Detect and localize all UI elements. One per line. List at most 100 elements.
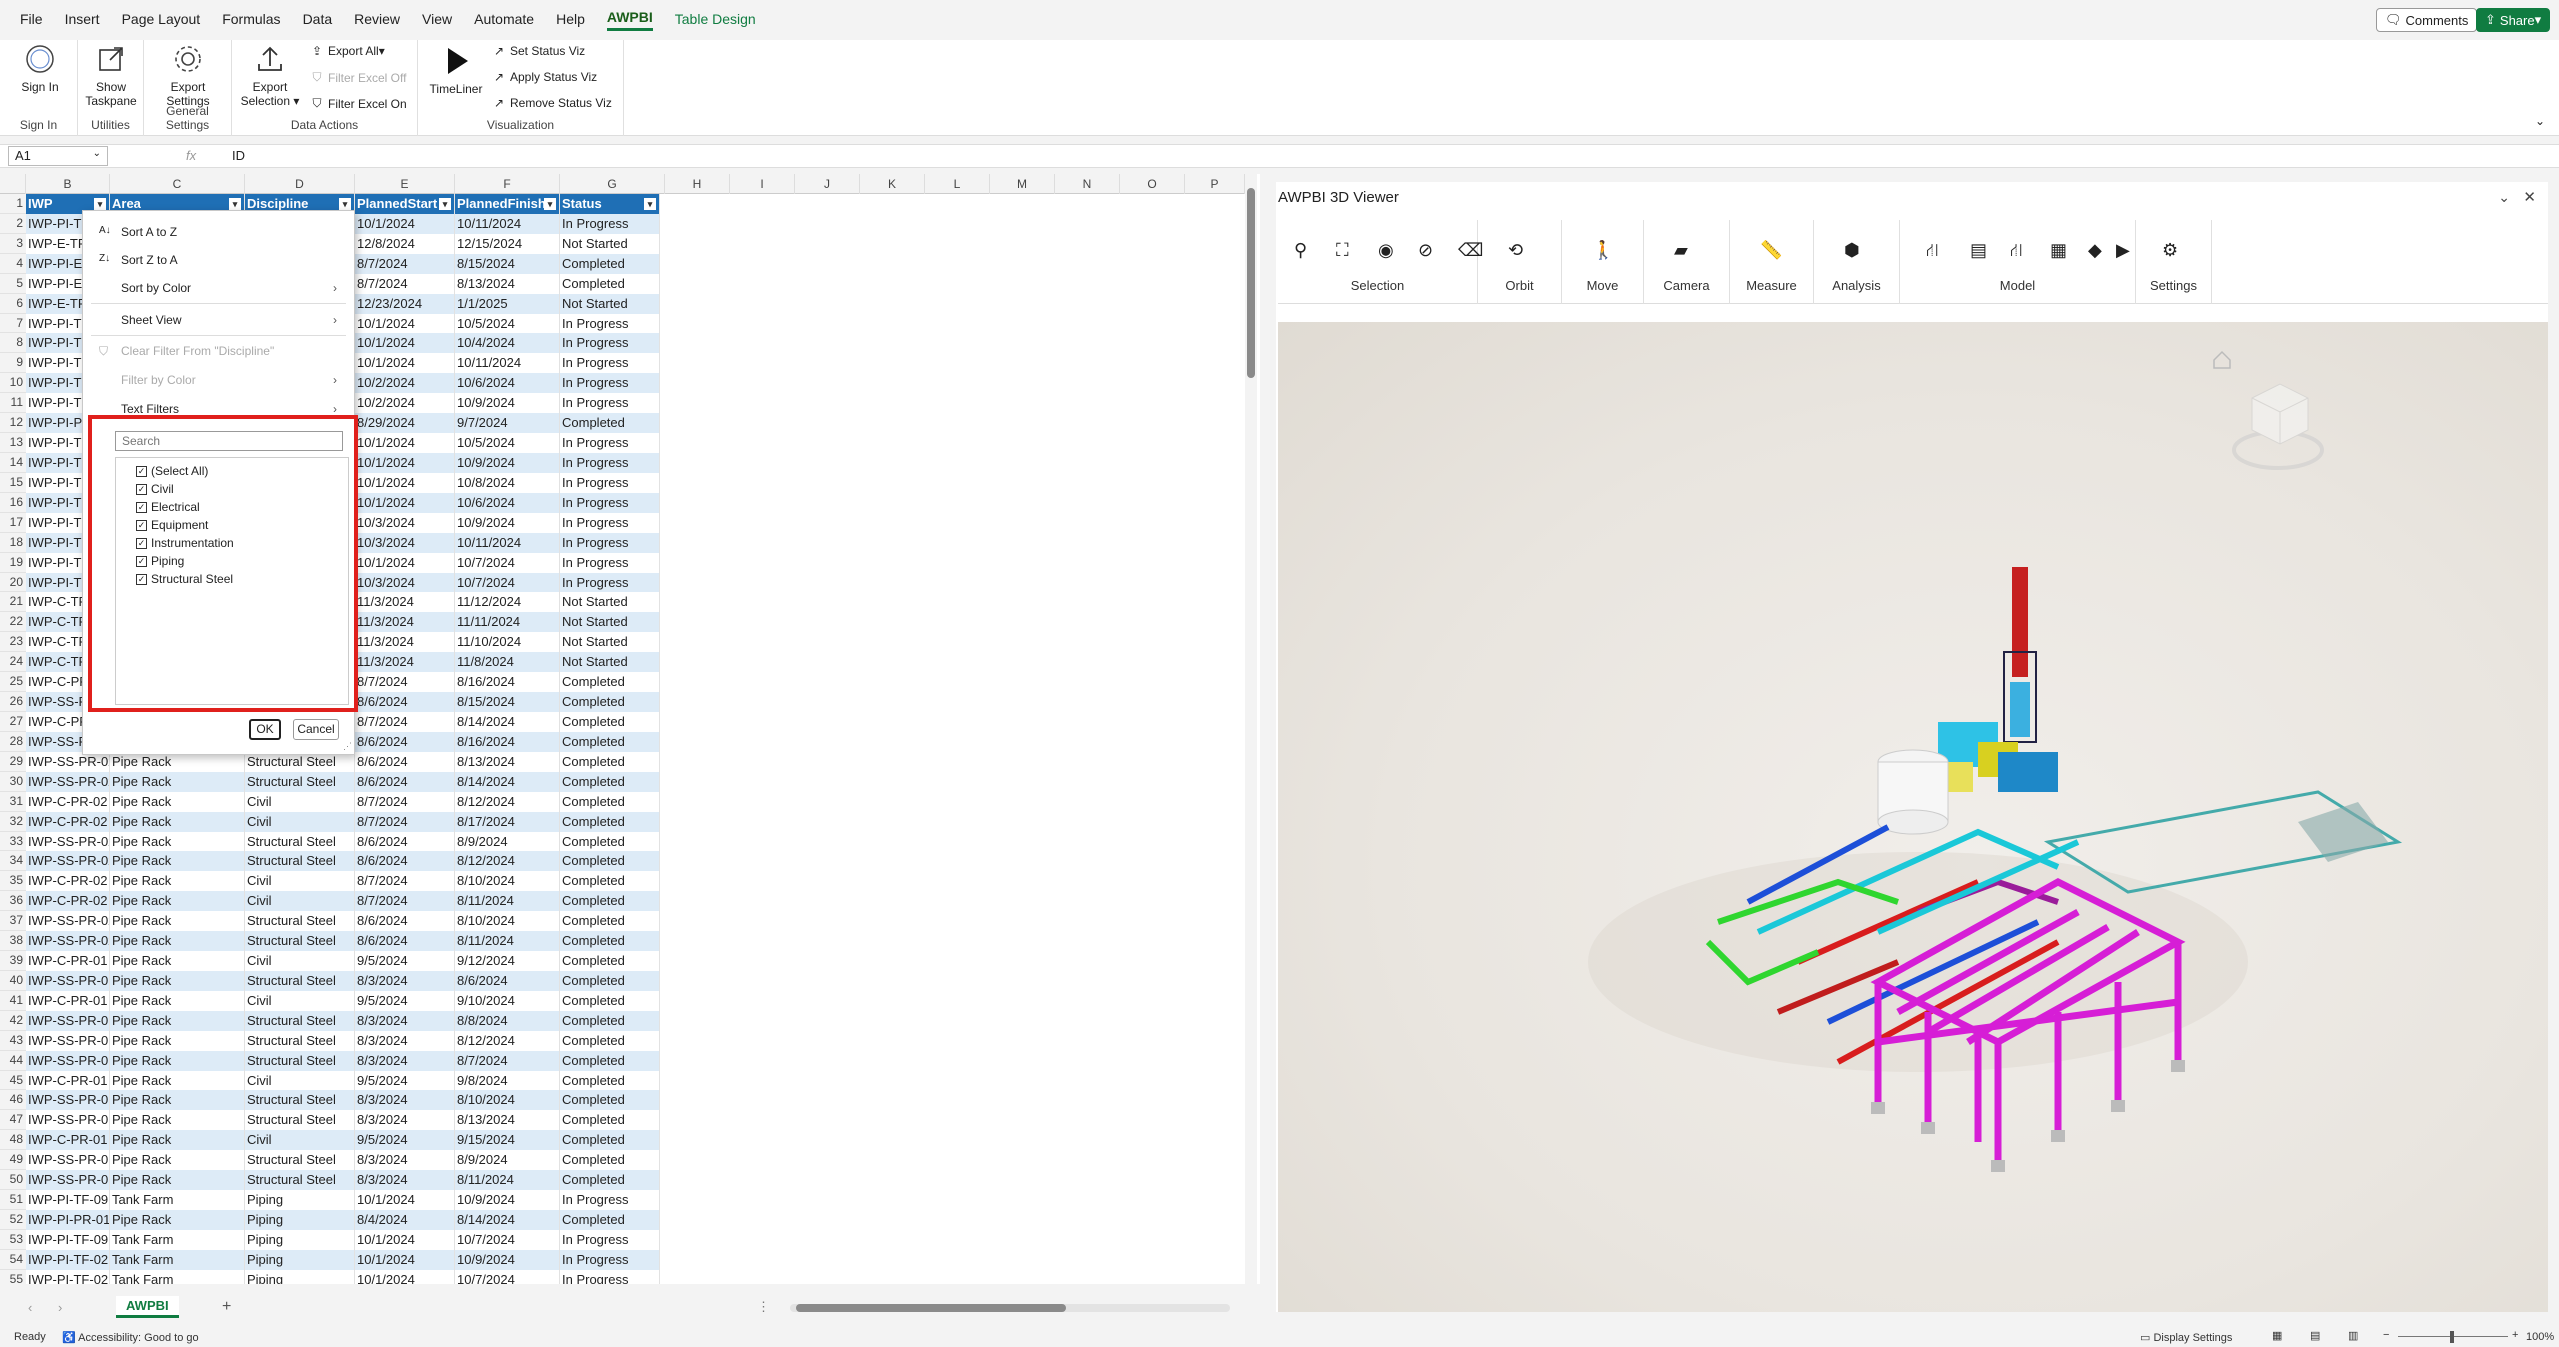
cancel-button[interactable]: Cancel <box>293 719 339 740</box>
row-header[interactable]: 25 <box>0 672 26 693</box>
column-header[interactable]: G <box>560 174 665 194</box>
table-cell[interactable]: Structural Steel <box>245 1150 355 1171</box>
column-header[interactable]: E <box>355 174 455 194</box>
table-cell[interactable]: Completed <box>560 692 660 712</box>
table-cell[interactable]: Completed <box>560 1010 660 1031</box>
horizontal-scrollbar[interactable] <box>790 1304 1230 1312</box>
table-cell[interactable]: In Progress <box>560 213 660 234</box>
table-cell[interactable]: 8/17/2024 <box>455 811 560 832</box>
table-cell[interactable]: Piping <box>245 1249 355 1270</box>
table-cell[interactable]: 11/11/2024 <box>455 612 560 633</box>
table-cell[interactable]: Structural Steel <box>245 970 355 991</box>
table-cell[interactable]: 9/5/2024 <box>355 1070 455 1091</box>
row-header[interactable]: 53 <box>0 1229 26 1250</box>
menu-tab-formulas[interactable]: Formulas <box>222 11 280 30</box>
filter-dropdown-icon[interactable]: ▾ <box>94 198 106 210</box>
table-header-cell[interactable]: PlannedFinish ▾ <box>455 194 560 214</box>
row-header[interactable]: 10 <box>0 373 26 394</box>
row-header[interactable]: 28 <box>0 731 26 752</box>
table-cell[interactable]: 11/8/2024 <box>455 652 560 673</box>
table-cell[interactable]: Completed <box>560 273 660 294</box>
table-cell[interactable]: 10/7/2024 <box>455 1229 560 1250</box>
column-header[interactable]: F <box>455 174 560 194</box>
table-cell[interactable]: Pipe Rack <box>110 831 245 852</box>
timeliner-button[interactable]: TimeLiner <box>428 44 484 96</box>
table-cell[interactable]: 10/5/2024 <box>455 313 560 334</box>
table-cell[interactable]: Pipe Rack <box>110 951 245 971</box>
table-cell[interactable]: 10/7/2024 <box>455 552 560 573</box>
table-cell[interactable]: 8/7/2024 <box>355 871 455 892</box>
table-cell[interactable]: 10/9/2024 <box>455 393 560 414</box>
table-cell[interactable]: IWP-SS-PR-01 <box>26 1090 110 1111</box>
column-header[interactable]: B <box>26 174 110 194</box>
row-header[interactable]: 34 <box>0 851 26 872</box>
table-cell[interactable]: IWP-SS-PR-02 <box>26 831 110 852</box>
table-cell[interactable]: Completed <box>560 811 660 832</box>
table-cell[interactable]: Structural Steel <box>245 1050 355 1071</box>
row-header[interactable]: 23 <box>0 632 26 653</box>
column-header[interactable]: K <box>860 174 925 194</box>
fx-icon[interactable]: fx <box>186 148 196 163</box>
table-cell[interactable]: Pipe Rack <box>110 931 245 952</box>
table-cell[interactable]: 10/6/2024 <box>455 492 560 513</box>
table-cell[interactable]: Pipe Rack <box>110 871 245 892</box>
chevron-down-icon[interactable]: ⌄ <box>2498 189 2510 206</box>
page-break-view-icon[interactable]: ▥ <box>2348 1329 2358 1342</box>
column-header[interactable]: J <box>795 174 860 194</box>
table-cell[interactable]: IWP-SS-PR-01 <box>26 1170 110 1191</box>
table-cell[interactable]: 10/11/2024 <box>455 532 560 553</box>
table-cell[interactable]: 10/1/2024 <box>355 313 455 334</box>
table-cell[interactable]: 8/14/2024 <box>455 711 560 732</box>
row-header[interactable]: 14 <box>0 452 26 473</box>
row-header[interactable]: 36 <box>0 891 26 912</box>
table-cell[interactable]: IWP-PI-TF-09 <box>26 1190 110 1211</box>
table-cell[interactable]: 10/9/2024 <box>455 512 560 533</box>
walk-icon[interactable]: 🚶 <box>1592 240 1614 261</box>
table-cell[interactable]: 8/15/2024 <box>455 253 560 274</box>
table-cell[interactable]: 8/14/2024 <box>455 771 560 792</box>
sign-in-button[interactable]: Sign In <box>14 42 66 94</box>
table-cell[interactable]: Completed <box>560 851 660 872</box>
table-cell[interactable]: 8/8/2024 <box>455 1010 560 1031</box>
table-cell[interactable]: 8/7/2024 <box>355 791 455 812</box>
table-cell[interactable]: 10/11/2024 <box>455 213 560 234</box>
table-cell[interactable]: Pipe Rack <box>110 911 245 932</box>
table-cell[interactable]: 10/5/2024 <box>455 433 560 453</box>
table-cell[interactable]: In Progress <box>560 333 660 354</box>
table-cell[interactable]: 11/10/2024 <box>455 632 560 653</box>
table-cell[interactable]: Completed <box>560 1130 660 1151</box>
table-cell[interactable]: Structural Steel <box>245 851 355 872</box>
ok-button[interactable]: OK <box>249 719 281 740</box>
table-cell[interactable]: IWP-C-PR-02 <box>26 871 110 892</box>
table-cell[interactable]: Pipe Rack <box>110 771 245 792</box>
table-cell[interactable]: Structural Steel <box>245 911 355 932</box>
table-cell[interactable]: Pipe Rack <box>110 791 245 812</box>
row-header[interactable]: 17 <box>0 512 26 533</box>
table-cell[interactable]: Completed <box>560 413 660 434</box>
zoom-slider-thumb[interactable] <box>2450 1331 2454 1343</box>
table-cell[interactable]: Pipe Rack <box>110 990 245 1011</box>
row-header[interactable]: 16 <box>0 492 26 513</box>
more-options-icon[interactable]: ⋮ <box>757 1299 770 1315</box>
table-cell[interactable]: In Progress <box>560 353 660 374</box>
vertical-scrollbar[interactable] <box>1245 174 1257 1284</box>
table-cell[interactable]: 11/3/2024 <box>355 592 455 613</box>
row-header[interactable]: 35 <box>0 871 26 892</box>
menu-tab-automate[interactable]: Automate <box>474 11 534 30</box>
table-cell[interactable]: 8/7/2024 <box>355 811 455 832</box>
table-cell[interactable]: In Progress <box>560 532 660 553</box>
table-cell[interactable]: Completed <box>560 1090 660 1111</box>
table-cell[interactable]: In Progress <box>560 1269 660 1284</box>
row-header[interactable]: 24 <box>0 652 26 673</box>
row-header[interactable]: 42 <box>0 1010 26 1031</box>
row-header[interactable]: 52 <box>0 1210 26 1230</box>
table-cell[interactable]: Civil <box>245 1130 355 1151</box>
table-cell[interactable]: 10/1/2024 <box>355 1249 455 1270</box>
table-cell[interactable]: In Progress <box>560 1229 660 1250</box>
table-cell[interactable]: 9/10/2024 <box>455 990 560 1011</box>
table-cell[interactable]: IWP-PI-TF-09 <box>26 1229 110 1250</box>
set-status-viz-button[interactable]: ↗ Set Status Viz <box>492 44 585 58</box>
table-cell[interactable]: 10/1/2024 <box>355 452 455 473</box>
table-cell[interactable]: Civil <box>245 791 355 812</box>
properties-icon[interactable]: ▤ <box>1970 240 1987 261</box>
